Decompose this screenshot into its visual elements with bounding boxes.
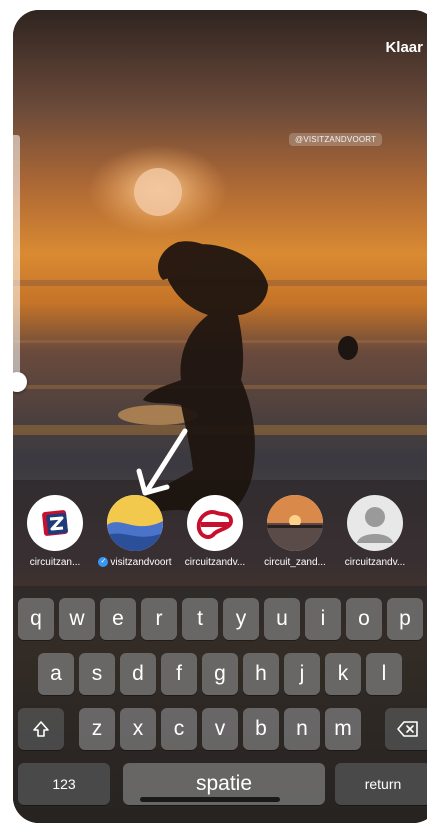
home-indicator xyxy=(140,797,280,802)
key-z[interactable]: z xyxy=(79,708,115,750)
size-slider-track[interactable] xyxy=(13,135,20,383)
key-k[interactable]: k xyxy=(325,653,361,695)
account-label: circuitzan... xyxy=(29,557,81,568)
return-key[interactable]: return xyxy=(335,763,427,805)
mention-suggestions: circuitzan... ✓ visitzandvoort circuitza… xyxy=(13,495,427,585)
story-editor: Klaar @VISITZANDVOORT circuitzan... ✓ vi… xyxy=(13,10,427,823)
account-suggestion[interactable]: circuit_zand... xyxy=(255,495,335,568)
backspace-icon xyxy=(397,721,418,737)
key-t[interactable]: t xyxy=(182,598,218,640)
key-s[interactable]: s xyxy=(79,653,115,695)
numbers-key[interactable]: 123 xyxy=(18,763,110,805)
account-label: circuitzandv... xyxy=(344,557,406,568)
account-suggestion[interactable]: ✓ visitzandvoort xyxy=(95,495,175,568)
account-label: circuitzandv... xyxy=(184,557,246,568)
key-n[interactable]: n xyxy=(284,708,320,750)
key-g[interactable]: g xyxy=(202,653,238,695)
default-user-icon xyxy=(347,495,403,551)
sunset-pier-photo-icon xyxy=(267,495,323,551)
shift-key[interactable] xyxy=(18,708,64,750)
mention-sticker[interactable]: @VISITZANDVOORT xyxy=(289,133,383,146)
circuit-zandvoort-logo-icon xyxy=(27,495,83,551)
key-l[interactable]: l xyxy=(366,653,402,695)
key-x[interactable]: x xyxy=(120,708,156,750)
account-label: circuit_zand... xyxy=(264,557,326,568)
key-m[interactable]: m xyxy=(325,708,361,750)
account-suggestion[interactable]: circuitzandv... xyxy=(175,495,255,568)
pointer-arrow-icon xyxy=(136,428,188,496)
key-w[interactable]: w xyxy=(59,598,95,640)
key-v[interactable]: v xyxy=(202,708,238,750)
delete-key[interactable] xyxy=(385,708,427,750)
shift-icon xyxy=(33,721,49,737)
key-d[interactable]: d xyxy=(120,653,156,695)
key-o[interactable]: o xyxy=(346,598,382,640)
account-label-text: visitzandvoort xyxy=(110,557,172,568)
key-e[interactable]: e xyxy=(100,598,136,640)
key-q[interactable]: q xyxy=(18,598,54,640)
account-suggestion[interactable]: circuitzandv... xyxy=(335,495,415,568)
account-suggestion[interactable]: circuitzan... xyxy=(15,495,95,568)
key-j[interactable]: j xyxy=(284,653,320,695)
key-h[interactable]: h xyxy=(243,653,279,695)
key-c[interactable]: c xyxy=(161,708,197,750)
verified-badge-icon: ✓ xyxy=(98,557,109,568)
key-y[interactable]: y xyxy=(223,598,259,640)
key-b[interactable]: b xyxy=(243,708,279,750)
key-u[interactable]: u xyxy=(264,598,300,640)
key-a[interactable]: a xyxy=(38,653,74,695)
key-p[interactable]: p xyxy=(387,598,423,640)
zandvoort-circuit-logo-icon xyxy=(187,495,243,551)
visit-zandvoort-logo-icon xyxy=(107,495,163,551)
key-i[interactable]: i xyxy=(305,598,341,640)
key-f[interactable]: f xyxy=(161,653,197,695)
account-label: ✓ visitzandvoort xyxy=(95,557,175,568)
done-button[interactable]: Klaar xyxy=(385,39,423,56)
key-r[interactable]: r xyxy=(141,598,177,640)
